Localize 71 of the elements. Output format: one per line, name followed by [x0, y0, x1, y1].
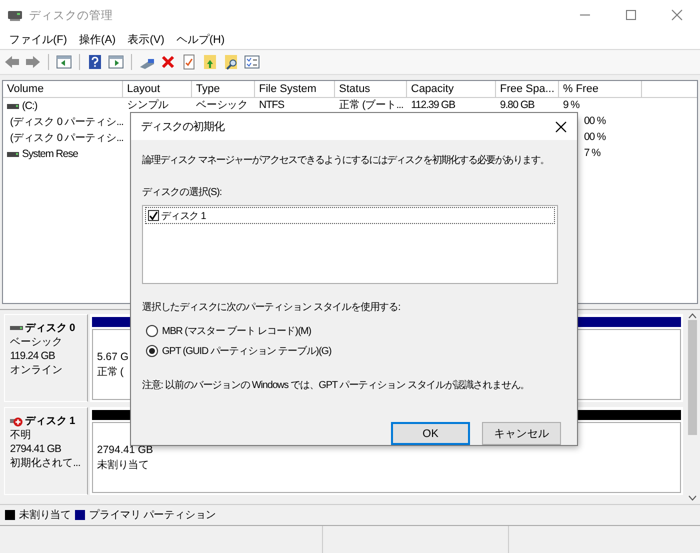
table-cell: (ディスク 0 パーティシ...: [10, 131, 124, 145]
disk-info: 初期化されて...: [10, 456, 80, 470]
table-cell-text: 正常 (ブート...: [338, 98, 404, 113]
table-cell: System Rese: [22, 147, 78, 161]
checkbox[interactable]: [148, 210, 159, 221]
radio-button[interactable]: [146, 325, 158, 337]
column-header[interactable]: Capacity: [407, 81, 496, 97]
disk-info: 不明: [10, 428, 31, 442]
table-cell-text: 7 %: [583, 146, 602, 161]
checklist-icon[interactable]: [244, 54, 260, 70]
scroll-down-icon[interactable]: [688, 495, 697, 501]
option-label: 選択したディスクに次のパーティション スタイルを使用する:: [142, 301, 400, 314]
table-cell-text: シンプル: [126, 98, 170, 113]
partition-size: 5.67 G: [97, 350, 129, 365]
partition-size: 2794.41 GB: [97, 443, 154, 458]
volume-icon: [7, 104, 19, 108]
close-icon[interactable]: [555, 120, 567, 132]
forward-arrow-icon[interactable]: [25, 54, 41, 70]
table-cell-text: NTFS: [258, 98, 286, 113]
scrollbar[interactable]: [685, 310, 700, 504]
panel-icon[interactable]: [56, 54, 72, 70]
panel-icon[interactable]: [108, 54, 124, 70]
table-cell-text: 9.80 GB: [499, 98, 536, 113]
scroll-thumb[interactable]: [688, 320, 697, 434]
message-text: 論理ディスク マネージャーがアクセスできるようにするにはディスクを初期化する必要があります。: [142, 154, 549, 167]
cancel-button[interactable]: キャンセル: [482, 422, 561, 445]
disk-name: ディスク 1: [25, 414, 75, 428]
note-text: 注意: 以前のバージョンの Windows では、GPT パーティション スタイルが認識されません。: [142, 378, 530, 392]
partition-status: 未割り当て: [97, 458, 150, 473]
disk-info: オンライン: [10, 363, 62, 377]
dialog-title: ディスクの初期化: [141, 120, 224, 134]
table-cell-text: 00 %: [583, 130, 607, 145]
window-title: ディスクの管理: [29, 8, 114, 22]
folder-magnifier-icon[interactable]: [223, 54, 239, 70]
list-item[interactable]: ディスク 1: [161, 208, 206, 222]
table-cell-text: 00 %: [583, 114, 607, 129]
column-header[interactable]: Free Spa...: [496, 81, 559, 97]
list-label: ディスクの選択(S):: [142, 186, 222, 199]
legend-label: プライマリ パーティション: [89, 508, 216, 522]
scroll-up-icon[interactable]: [688, 313, 697, 319]
ok-button[interactable]: OK: [391, 422, 470, 445]
column-header[interactable]: Type: [192, 81, 255, 97]
delete-icon[interactable]: [160, 54, 176, 70]
radio-button[interactable]: [146, 345, 158, 357]
table-cell-text: 9 %: [562, 98, 580, 113]
menu-item[interactable]: ファイル(F): [3, 32, 74, 47]
column-header[interactable]: File System: [255, 81, 335, 97]
column-header[interactable]: Layout: [123, 81, 192, 97]
radio-label[interactable]: MBR (マスター ブート レコード)(M): [162, 324, 312, 338]
volume-icon: [7, 152, 19, 156]
menu-item[interactable]: ヘルプ(H): [170, 32, 231, 47]
column-header[interactable]: Status: [335, 81, 407, 97]
column-header[interactable]: % Free: [559, 81, 642, 97]
checked-document-icon[interactable]: [181, 54, 197, 70]
app-icon: [7, 8, 23, 22]
table-cell-text: ベーシック: [195, 98, 250, 113]
radio-label[interactable]: GPT (GUID パーティション テーブル)(G): [162, 344, 332, 358]
table-cell: (ディスク 0 パーティシ...: [10, 115, 124, 129]
partition-status: 正常 (: [97, 365, 124, 380]
column-header[interactable]: Volume: [3, 81, 123, 97]
back-arrow-icon[interactable]: [4, 54, 20, 70]
help-icon[interactable]: [87, 54, 103, 70]
menu-item[interactable]: 表示(V): [122, 32, 170, 47]
legend-label: 未割り当て: [19, 508, 72, 522]
disk-info: ベーシック: [10, 335, 62, 349]
disk-name: ディスク 0: [25, 321, 75, 335]
table-cell-text: 112.39 GB: [410, 98, 456, 113]
table-cell: (C:): [22, 99, 38, 113]
disk-info: 119.24 GB: [10, 349, 55, 363]
disk-info: 2794.41 GB: [10, 442, 62, 456]
menu-item[interactable]: 操作(A): [73, 32, 122, 47]
